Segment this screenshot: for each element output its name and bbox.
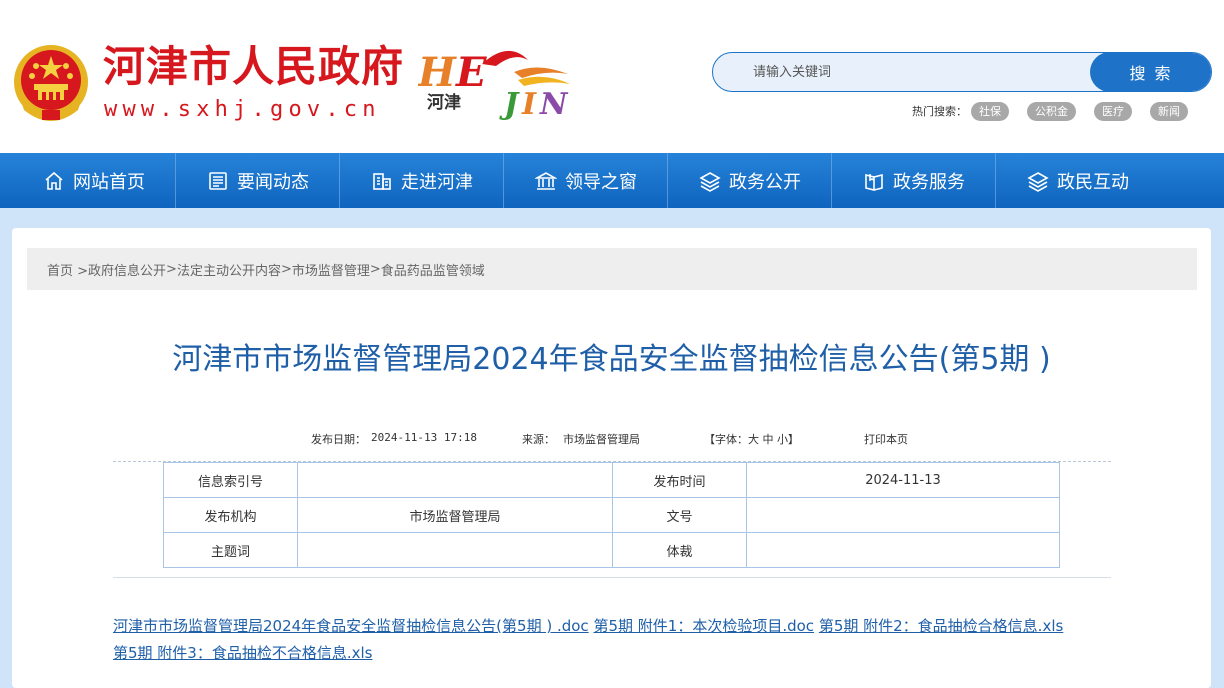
info-table: 信息索引号 发布时间 2024-11-13 发布机构 市场监督管理局 文号 主题…	[163, 462, 1060, 568]
index-value	[297, 462, 613, 498]
nav-item-label: 领导之窗	[565, 171, 637, 193]
main-nav: 网站首页 要闻动态 走进河津 领导之窗 政务公开 政务服务 政民互动	[0, 153, 1224, 208]
table-row: 发布机构 市场监督管理局 文号	[163, 497, 1060, 533]
building-icon	[373, 172, 391, 190]
nav-item-leaders[interactable]: 领导之窗	[504, 153, 668, 208]
subject-label: 主题词	[163, 532, 298, 568]
nav-item-label: 走进河津	[401, 171, 473, 193]
source-value: 市场监督管理局	[563, 433, 640, 446]
table-row: 信息索引号 发布时间 2024-11-13	[163, 462, 1060, 498]
agency-label: 发布机构	[163, 497, 298, 533]
attachment-link-announcement[interactable]: 河津市市场监督管理局2024年食品安全监督抽检信息公告(第5期 ) .doc	[113, 617, 589, 635]
breadcrumb-separator: >	[166, 261, 177, 277]
site-title: 河津市人民政府	[103, 42, 405, 91]
agency-value: 市场监督管理局	[297, 497, 613, 533]
breadcrumb-home[interactable]: 首页 >	[47, 260, 88, 279]
layers-icon	[699, 171, 721, 192]
font-size-switcher[interactable]: 【字体：大 中 小】	[704, 431, 799, 447]
subject-value	[297, 532, 613, 568]
svg-text:E: E	[455, 49, 487, 96]
book-icon	[865, 173, 883, 191]
nav-item-services[interactable]: 政务服务	[832, 153, 996, 208]
home-icon	[45, 171, 63, 190]
article-panel: 首页 > 政府信息公开 > 法定主动公开内容 > 市场监督管理 > 食品药品监管…	[12, 228, 1211, 688]
nav-item-interaction[interactable]: 政民互动	[996, 153, 1160, 208]
breadcrumb: 首页 > 政府信息公开 > 法定主动公开内容 > 市场监督管理 > 食品药品监管…	[27, 248, 1197, 290]
hejin-logo-cn: 河津	[427, 93, 461, 113]
publish-date-value: 2024-11-13 17:18	[371, 431, 477, 444]
divider	[113, 577, 1111, 578]
national-emblem-icon	[14, 45, 88, 121]
print-page-link[interactable]: 打印本页	[864, 431, 908, 447]
svg-text:H: H	[418, 49, 457, 96]
article-title: 河津市市场监督管理局2024年食品安全监督抽检信息公告(第5期 )	[172, 342, 1051, 377]
article-meta: 发布日期： 2024-11-13 17:18 来源： 市场监督管理局 【字体：大…	[12, 431, 1211, 451]
svg-text:I: I	[521, 87, 537, 120]
table-row: 主题词 体裁	[163, 532, 1060, 568]
hot-tag-medical[interactable]: 医疗	[1094, 101, 1132, 121]
site-url: www.sxhj.gov.cn	[104, 97, 381, 122]
publish-time-label: 发布时间	[612, 462, 747, 498]
hot-search: 热门搜索： 社保 公积金 医疗 新闻	[912, 100, 1206, 122]
nav-item-gov-affairs[interactable]: 政务公开	[668, 153, 832, 208]
index-label: 信息索引号	[163, 462, 298, 498]
attachment-list: 河津市市场监督管理局2024年食品安全监督抽检信息公告(第5期 ) .doc 第…	[113, 613, 1123, 667]
nav-item-label: 政务服务	[893, 171, 965, 193]
breadcrumb-separator: >	[369, 261, 381, 277]
svg-text:N: N	[539, 87, 569, 120]
breadcrumb-food-drug[interactable]: 食品药品监管领域	[381, 260, 485, 279]
genre-value	[746, 532, 1060, 568]
publish-time-value: 2024-11-13	[746, 462, 1060, 498]
hot-tag-social-security[interactable]: 社保	[971, 101, 1009, 121]
nav-item-label: 要闻动态	[237, 171, 309, 193]
svg-text:J: J	[499, 87, 520, 120]
attachment-link-qualified-info[interactable]: 第5期 附件2：食品抽检合格信息.xls	[819, 617, 1063, 635]
attachment-link-unqualified-info[interactable]: 第5期 附件3：食品抽检不合格信息.xls	[113, 644, 372, 662]
nav-item-home[interactable]: 网站首页	[12, 153, 176, 208]
site-header: 河津市人民政府 www.sxhj.gov.cn H E J I N 河津 搜 索…	[0, 0, 1224, 153]
breadcrumb-gov-info[interactable]: 政府信息公开	[88, 260, 166, 279]
doc-no-value	[746, 497, 1060, 533]
nav-item-label: 政务公开	[729, 171, 801, 193]
search-button[interactable]: 搜 索	[1090, 53, 1211, 91]
breadcrumb-legal-content[interactable]: 法定主动公开内容	[177, 260, 281, 279]
stack-icon	[1027, 171, 1049, 192]
search-input[interactable]	[741, 53, 1091, 91]
attachment-link-inspection-items[interactable]: 第5期 附件1：本次检验项目.doc	[593, 617, 814, 635]
breadcrumb-separator: >	[280, 261, 292, 277]
nav-item-label: 政民互动	[1057, 171, 1129, 193]
publish-date-label: 发布日期：	[311, 433, 366, 446]
nav-item-news[interactable]: 要闻动态	[176, 153, 340, 208]
genre-label: 体裁	[612, 532, 747, 568]
search-box: 搜 索	[712, 52, 1212, 92]
hot-search-label: 热门搜索：	[912, 105, 967, 118]
government-icon	[535, 171, 557, 190]
breadcrumb-market-supervision[interactable]: 市场监督管理	[292, 260, 370, 279]
nav-item-label: 网站首页	[73, 171, 145, 193]
doc-no-label: 文号	[612, 497, 747, 533]
nav-item-about[interactable]: 走进河津	[340, 153, 504, 208]
news-icon	[209, 171, 227, 190]
hot-tag-housing-fund[interactable]: 公积金	[1027, 101, 1076, 121]
source-label: 来源：	[522, 433, 555, 446]
hot-tag-news[interactable]: 新闻	[1150, 101, 1188, 121]
